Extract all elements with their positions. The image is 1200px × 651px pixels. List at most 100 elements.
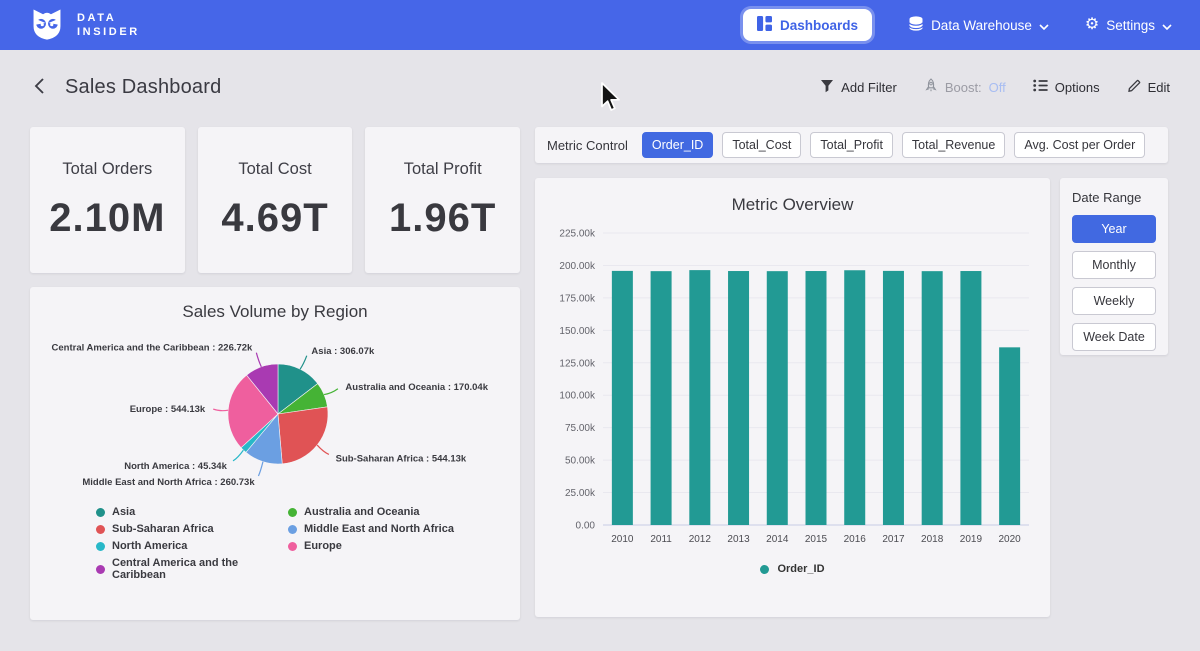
- settings-label: Settings: [1106, 18, 1155, 33]
- metric-option-total-cost[interactable]: Total_Cost: [722, 132, 801, 158]
- x-tick-label: 2014: [766, 534, 789, 545]
- leader-line: [324, 389, 338, 395]
- x-tick-label: 2012: [689, 534, 712, 545]
- legend-item-north-america[interactable]: North America: [96, 540, 288, 552]
- dashboards-button[interactable]: Dashboards: [743, 9, 872, 41]
- y-tick-label: 50.00k: [565, 456, 596, 467]
- date-range-label: Date Range: [1072, 190, 1156, 205]
- date-range-option-monthly[interactable]: Monthly: [1072, 251, 1156, 279]
- metric-control-buttons: Order_ID Total_Cost Total_Profit Total_Reve…: [642, 132, 1145, 158]
- legend-item-central-america-and-the-caribbean[interactable]: Central America and the Caribbean: [96, 557, 288, 581]
- pencil-icon: [1127, 79, 1141, 96]
- bar-2012[interactable]: [689, 270, 710, 525]
- pie-label-europe: Europe : 544.13k: [130, 404, 206, 415]
- kpi-row: Total Orders2.10MTotal Cost4.69TTotal Pr…: [30, 127, 520, 273]
- legend-label: North America: [112, 540, 187, 552]
- legend-label: Order_ID: [777, 563, 824, 575]
- leader-line: [258, 462, 263, 476]
- pie-chart-svg: Asia : 306.07k Australia and Oceania : 17…: [30, 322, 520, 506]
- owl-logo-icon: [28, 4, 66, 47]
- date-range-option-week-date[interactable]: Week Date: [1072, 323, 1156, 351]
- add-filter-button[interactable]: Add Filter: [820, 79, 897, 96]
- bar-2020[interactable]: [999, 347, 1020, 525]
- legend-item-middle-east-and-north-africa[interactable]: Middle East and North Africa: [288, 523, 454, 535]
- bar-chart-legend: Order_ID: [535, 563, 1050, 575]
- pie-label-sub-saharan-africa: Sub-Saharan Africa : 544.13k: [336, 454, 467, 465]
- legend-item-asia[interactable]: Asia: [96, 506, 288, 518]
- x-tick-label: 2015: [805, 534, 828, 545]
- bar-2013[interactable]: [728, 271, 749, 525]
- data-warehouse-label: Data Warehouse: [931, 18, 1032, 33]
- edit-label: Edit: [1148, 80, 1170, 95]
- legend-item-australia-and-oceania[interactable]: Australia and Oceania: [288, 506, 454, 518]
- app-window: DATA INSIDER Dashboards: [0, 0, 1200, 651]
- bar-2014[interactable]: [767, 271, 788, 525]
- legend-column: Australia and Oceania Middle East and Nor…: [288, 506, 454, 581]
- pie-label-middle-east-and-north-africa: Middle East and North Africa : 260.73k: [82, 477, 255, 488]
- boost-toggle[interactable]: Boost: Off: [924, 78, 1006, 96]
- dashboards-label: Dashboards: [780, 18, 858, 33]
- x-tick-label: 2013: [727, 534, 750, 545]
- bar-2011[interactable]: [651, 271, 672, 525]
- pie-label-north-america: North America : 45.34k: [124, 461, 227, 472]
- kpi-label: Total Profit: [404, 160, 482, 179]
- legend-label: Europe: [304, 540, 342, 552]
- bar-2018[interactable]: [922, 271, 943, 525]
- legend-dot: [288, 542, 297, 551]
- chevron-down-icon: [1039, 18, 1049, 33]
- kpi-card-total-orders: Total Orders2.10M: [30, 127, 185, 273]
- pie-label-australia-and-oceania: Australia and Oceania : 170.04k: [345, 382, 488, 393]
- bar-2016[interactable]: [844, 270, 865, 525]
- kpi-label: Total Cost: [238, 160, 311, 179]
- metric-control-bar: Metric Control Order_ID Total_Cost Total_P…: [535, 127, 1168, 163]
- pie-slice-sub-saharan-africa[interactable]: [278, 407, 328, 464]
- options-label: Options: [1055, 80, 1100, 95]
- sales-volume-pie-chart: Asia : 306.07k Australia and Oceania : 17…: [30, 322, 520, 506]
- options-button[interactable]: Options: [1033, 79, 1100, 95]
- metric-option-total-revenue[interactable]: Total_Revenue: [902, 132, 1005, 158]
- bar-2019[interactable]: [960, 271, 981, 525]
- legend-label: Australia and Oceania: [304, 506, 420, 518]
- metric-option-order-id[interactable]: Order_ID: [642, 132, 713, 158]
- date-range-option-year[interactable]: Year: [1072, 215, 1156, 243]
- chevron-down-icon: [1162, 18, 1172, 33]
- dashboard-grid-icon: [757, 16, 772, 34]
- kpi-value: 1.96T: [389, 196, 496, 241]
- add-filter-label: Add Filter: [841, 80, 897, 95]
- leader-line: [213, 409, 228, 411]
- brand[interactable]: DATA INSIDER: [28, 4, 140, 47]
- pie-label-asia: Asia : 306.07k: [311, 346, 375, 357]
- settings-menu[interactable]: ⚙ Settings: [1085, 17, 1172, 33]
- data-warehouse-menu[interactable]: Data Warehouse: [908, 16, 1049, 35]
- date-range-panel: Date Range Year Monthly Weekly Week Date: [1060, 178, 1168, 355]
- brand-line2: INSIDER: [77, 25, 140, 39]
- metric-option-total-profit[interactable]: Total_Profit: [810, 132, 893, 158]
- gear-icon: ⚙: [1085, 17, 1099, 33]
- date-range-option-weekly[interactable]: Weekly: [1072, 287, 1156, 315]
- bar-2017[interactable]: [883, 271, 904, 525]
- legend-column: Asia Sub-Saharan Africa North America Centr…: [96, 506, 288, 581]
- y-tick-label: 200.00k: [559, 261, 596, 272]
- bar-chart-title: Metric Overview: [535, 195, 1050, 215]
- boost-value: Off: [989, 80, 1006, 95]
- page-title: Sales Dashboard: [65, 76, 221, 99]
- brand-line1: DATA: [77, 11, 140, 25]
- sales-volume-card: Sales Volume by Region Asia : 306.07kAus…: [30, 287, 520, 620]
- edit-button[interactable]: Edit: [1127, 79, 1170, 96]
- bar-2015[interactable]: [806, 271, 827, 525]
- legend-dot: [288, 508, 297, 517]
- metric-control-label: Metric Control: [547, 138, 628, 153]
- database-icon: [908, 16, 924, 35]
- kpi-card-total-profit: Total Profit 1.96T: [365, 127, 520, 273]
- back-button[interactable]: [30, 73, 49, 102]
- legend-item-sub-saharan-africa[interactable]: Sub-Saharan Africa: [96, 523, 288, 535]
- bar-2010[interactable]: [612, 271, 633, 525]
- x-tick-label: 2016: [844, 534, 867, 545]
- y-tick-label: 100.00k: [559, 391, 596, 402]
- kpi-value: 2.10M: [49, 196, 165, 241]
- metric-option-avg-cost-per-order[interactable]: Avg. Cost per Order: [1014, 132, 1145, 158]
- legend-label: Central America and the Caribbean: [112, 557, 288, 581]
- x-tick-label: 2011: [650, 534, 672, 545]
- legend-item-europe[interactable]: Europe: [288, 540, 454, 552]
- legend-label: Asia: [112, 506, 135, 518]
